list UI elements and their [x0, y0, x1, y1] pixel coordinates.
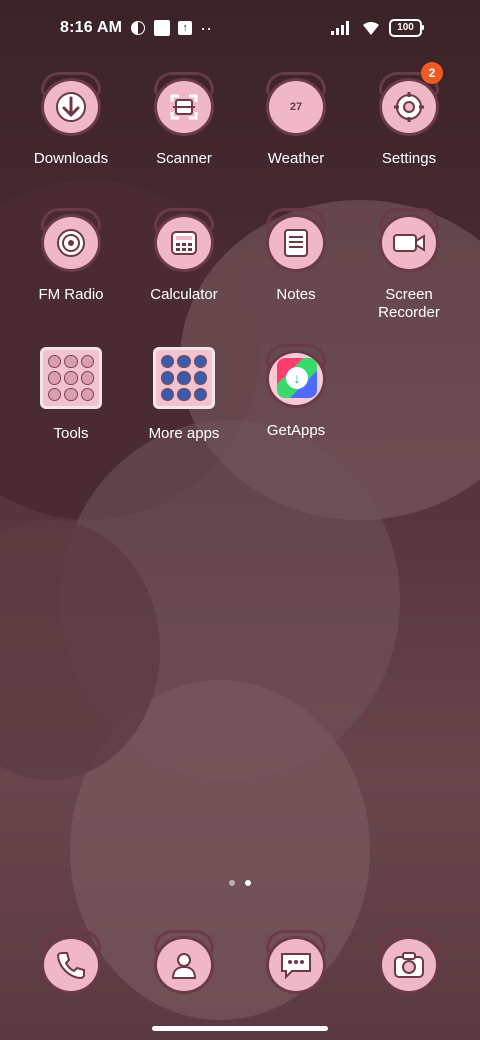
app-label: More apps — [148, 425, 220, 442]
app-screen-recorder[interactable]: Screen Recorder — [354, 208, 464, 322]
home-indicator[interactable] — [152, 1026, 328, 1031]
page-dot-active[interactable] — [245, 880, 251, 886]
folder-more-apps[interactable]: More apps — [129, 344, 239, 443]
app-calculator[interactable]: Calculator — [129, 208, 239, 304]
app-label: Notes — [276, 286, 316, 303]
getapps-icon: ↓ — [262, 344, 330, 412]
app-label: Tools — [53, 425, 89, 442]
app-label: GetApps — [266, 422, 326, 439]
app-label: Scanner — [156, 150, 212, 167]
app-label: FM Radio — [38, 286, 104, 303]
folder-icon — [37, 347, 105, 415]
half-moon-icon — [131, 21, 146, 35]
app-getapps[interactable]: ↓ GetApps — [241, 344, 351, 440]
page-indicator[interactable] — [0, 880, 480, 886]
dock-contacts[interactable] — [129, 930, 239, 998]
calculator-icon — [150, 208, 218, 276]
app-weather[interactable]: 27 Weather — [241, 72, 351, 168]
dock-messages[interactable] — [241, 930, 351, 998]
app-label-line: Recorder — [378, 304, 440, 321]
dock-camera[interactable] — [354, 930, 464, 998]
page-dot[interactable] — [229, 880, 235, 886]
app-label: Screen Recorder — [354, 286, 464, 322]
messages-icon — [262, 930, 330, 998]
app-scanner[interactable]: Scanner — [129, 72, 239, 168]
battery-icon: 100 — [389, 19, 424, 37]
app-downloads[interactable]: Downloads — [16, 72, 126, 168]
status-bar: 8:16 AM ↑ ·· 100 — [0, 0, 480, 56]
scanner-icon — [150, 72, 218, 140]
upload-icon: ↑ — [178, 21, 193, 35]
camera-icon — [375, 930, 443, 998]
notification-square-icon — [154, 20, 171, 36]
weather-temp: 27 — [289, 101, 303, 113]
app-label: Downloads — [33, 150, 109, 167]
app-settings[interactable]: 2 Settings — [354, 62, 464, 168]
status-bar-left: 8:16 AM ↑ ·· — [60, 19, 212, 37]
notification-badge: 2 — [421, 62, 443, 84]
download-icon — [37, 72, 105, 140]
phone-icon — [37, 930, 105, 998]
app-fm-radio[interactable]: FM Radio — [16, 208, 126, 304]
more-dots-icon: ·· — [200, 18, 213, 38]
dock-phone[interactable] — [16, 930, 126, 998]
app-label: Settings — [381, 150, 437, 167]
app-label: Weather — [267, 150, 325, 167]
status-time: 8:16 AM — [60, 19, 123, 36]
wifi-icon — [363, 21, 379, 35]
radio-icon — [37, 208, 105, 276]
notes-icon — [262, 208, 330, 276]
weather-icon: 27 — [262, 72, 330, 140]
status-bar-right: 100 — [331, 19, 424, 37]
app-notes[interactable]: Notes — [241, 208, 351, 304]
app-label-line: Screen — [385, 286, 433, 303]
gear-icon: 2 — [375, 62, 443, 140]
signal-icon — [331, 21, 349, 35]
folder-tools[interactable]: Tools — [16, 344, 126, 443]
video-camera-icon — [375, 208, 443, 276]
contacts-icon — [150, 930, 218, 998]
app-label: Calculator — [150, 286, 218, 303]
folder-icon — [150, 347, 218, 415]
